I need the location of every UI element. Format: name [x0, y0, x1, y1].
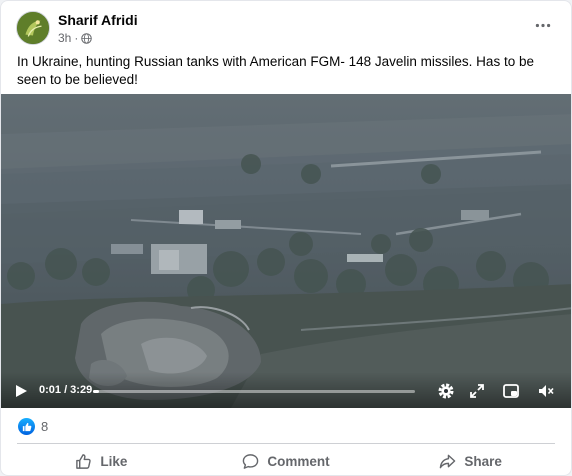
post-header: Sharif Afridi 3h ·: [1, 1, 571, 47]
share-button[interactable]: Share: [378, 447, 563, 475]
post-meta: 3h ·: [58, 31, 93, 45]
volume-muted-icon[interactable]: [537, 382, 555, 400]
post-caption: In Ukraine, hunting Russian tanks with A…: [17, 54, 534, 87]
like-button[interactable]: Like: [9, 447, 194, 475]
like-label: Like: [100, 453, 128, 469]
author-name[interactable]: Sharif Afridi: [58, 12, 138, 28]
comment-label: Comment: [267, 453, 330, 469]
video-time: 0:01 / 3:29: [39, 384, 93, 396]
video-player[interactable]: 0:01 / 3:29: [1, 94, 571, 408]
post-actions: Like Comment Share: [9, 447, 563, 475]
post-timestamp[interactable]: 3h: [58, 31, 71, 45]
more-options-button[interactable]: [531, 15, 555, 35]
actions-divider: [17, 443, 555, 444]
more-horizontal-icon: [535, 23, 551, 27]
thumbs-up-icon: [22, 422, 31, 431]
video-frame: [1, 94, 571, 408]
picture-in-picture-icon[interactable]: [502, 382, 520, 400]
share-label: Share: [464, 453, 502, 469]
like-reaction-icon: [18, 418, 35, 435]
globe-icon: [81, 32, 93, 44]
comment-bubble-icon: [243, 453, 259, 469]
comment-button[interactable]: Comment: [194, 447, 379, 475]
video-controls: 0:01 / 3:29: [1, 372, 571, 408]
settings-gear-icon[interactable]: [437, 382, 455, 400]
fullscreen-expand-icon[interactable]: [468, 382, 486, 400]
thumbs-up-outline-icon: [76, 453, 92, 469]
reaction-summary[interactable]: 8: [18, 418, 48, 435]
feed-post: Sharif Afridi 3h · In Ukraine, hunting R…: [0, 0, 572, 476]
play-icon[interactable]: [14, 384, 28, 398]
author-avatar[interactable]: [16, 11, 50, 45]
avatar-image: [17, 12, 49, 44]
reaction-count: 8: [41, 419, 49, 434]
video-progress-fill: [93, 390, 100, 393]
video-progress-bar[interactable]: [93, 390, 415, 393]
share-arrow-icon: [440, 454, 456, 468]
meta-separator: ·: [74, 31, 79, 45]
